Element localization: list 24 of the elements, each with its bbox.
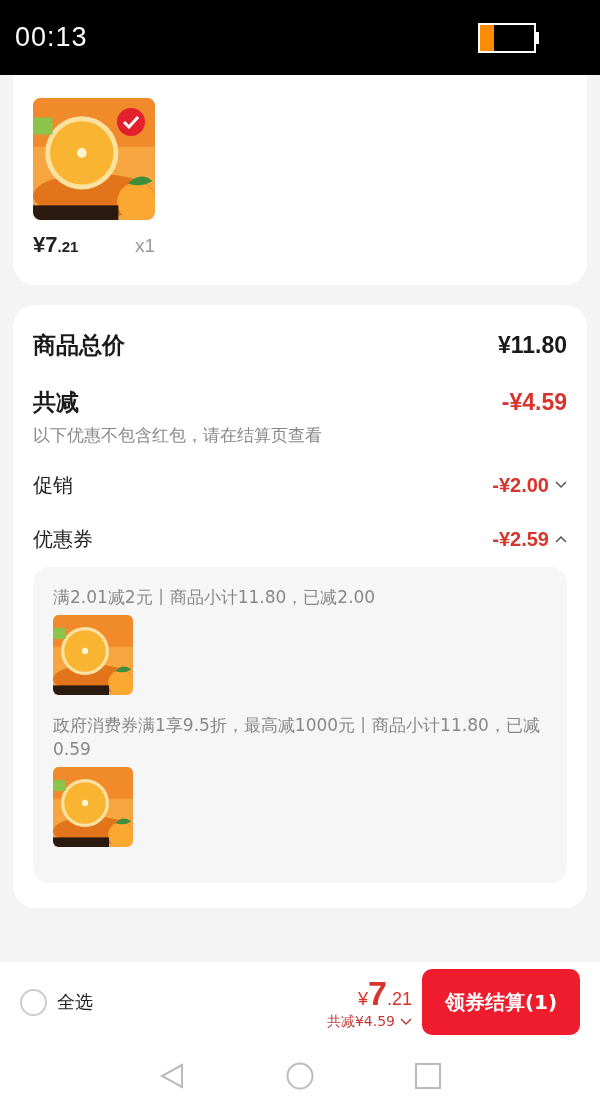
- item-price: ¥7.21: [33, 232, 79, 258]
- coupon-description: 政府消费券满1享9.5折，最高减1000元丨商品小计11.80，已减0.59: [53, 714, 541, 761]
- discount-total: -¥4.59: [501, 389, 567, 416]
- discount-summary[interactable]: 共减¥4.59: [326, 1012, 395, 1031]
- checkout-button[interactable]: 领券结算(1): [422, 969, 580, 1035]
- check-icon[interactable]: [117, 108, 145, 136]
- chevron-icon[interactable]: [555, 481, 567, 489]
- discount-type-label: 促销: [33, 471, 73, 499]
- clock: 00:13: [15, 22, 88, 53]
- select-all-label[interactable]: 全选: [57, 990, 93, 1014]
- total-payable: ¥7.21: [358, 973, 412, 1013]
- discount-note: 以下优惠不包含红包，请在结算页查看: [33, 424, 323, 447]
- battery-icon: [478, 22, 540, 53]
- discount-label: 共减: [33, 388, 79, 417]
- discount-amount: -¥2.59: [492, 527, 549, 551]
- item-quantity: x1: [134, 235, 155, 257]
- chevron-icon[interactable]: [555, 535, 567, 543]
- coupon-description: 满2.01减2元丨商品小计11.80，已减2.00: [53, 586, 377, 609]
- total-price: ¥11.80: [497, 332, 567, 359]
- total-label: 商品总价: [33, 331, 125, 360]
- chevron-icon[interactable]: [400, 1017, 412, 1026]
- discount-type-label: 优惠券: [33, 525, 93, 553]
- discount-amount: -¥2.00: [492, 473, 549, 497]
- select-all-radio[interactable]: [20, 988, 47, 1016]
